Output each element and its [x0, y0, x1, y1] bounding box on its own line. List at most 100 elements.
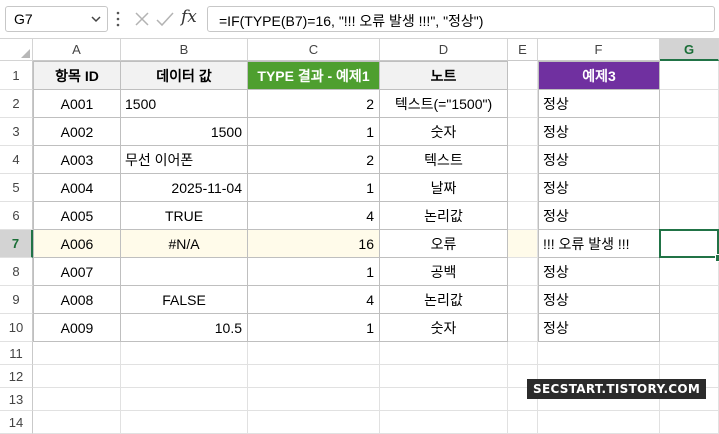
formula-input[interactable]: =IF(TYPE(B7)=16, "!!! 오류 발생 !!!", "정상") — [207, 6, 715, 32]
cell-b11[interactable] — [121, 342, 248, 365]
insert-function-icon[interactable]: fx — [181, 7, 203, 29]
cell-g11[interactable] — [660, 342, 719, 365]
row-header-8[interactable]: 8 — [0, 258, 33, 286]
row-header-1[interactable]: 1 — [0, 61, 33, 90]
more-options-icon[interactable] — [115, 10, 121, 28]
cell-e4[interactable] — [508, 146, 538, 174]
cell-c11[interactable] — [248, 342, 380, 365]
cell-c13[interactable] — [248, 388, 380, 411]
row-header-7[interactable]: 7 — [0, 230, 33, 258]
row-header-3[interactable]: 3 — [0, 118, 33, 146]
example3-result-cell[interactable]: 정상 — [538, 118, 660, 146]
cell-g1[interactable] — [660, 61, 719, 90]
item-id-cell[interactable]: A009 — [33, 314, 121, 342]
note-cell[interactable]: 텍스트 — [380, 146, 508, 174]
column-header-g[interactable]: G — [660, 39, 719, 61]
cell-a11[interactable] — [33, 342, 121, 365]
example3-result-cell[interactable]: 정상 — [538, 286, 660, 314]
item-id-cell[interactable]: A001 — [33, 90, 121, 118]
row-header-4[interactable]: 4 — [0, 146, 33, 174]
column-header-c[interactable]: C — [248, 39, 380, 61]
column-header-a[interactable]: A — [33, 39, 121, 61]
row-header-9[interactable]: 9 — [0, 286, 33, 314]
cell-g5[interactable] — [660, 174, 719, 202]
cell-e7[interactable] — [508, 230, 538, 258]
example3-result-cell[interactable]: 정상 — [538, 146, 660, 174]
example3-result-cell[interactable]: 정상 — [538, 314, 660, 342]
item-id-cell[interactable]: A006 — [33, 230, 121, 258]
row-header-10[interactable]: 10 — [0, 314, 33, 342]
cell-g14[interactable] — [660, 411, 719, 434]
column-header-b[interactable]: B — [121, 39, 248, 61]
item-id-cell[interactable]: A005 — [33, 202, 121, 230]
data-value-cell[interactable]: 2025-11-04 — [121, 174, 248, 202]
cell-e9[interactable] — [508, 286, 538, 314]
header-note[interactable]: 노트 — [380, 61, 508, 90]
cell-e8[interactable] — [508, 258, 538, 286]
cell-e3[interactable] — [508, 118, 538, 146]
header-item-id[interactable]: 항목 ID — [33, 61, 121, 90]
cell-e1[interactable] — [508, 61, 538, 90]
type-result-cell[interactable]: 1 — [248, 258, 380, 286]
type-result-cell[interactable]: 2 — [248, 90, 380, 118]
row-header-13[interactable]: 13 — [0, 388, 33, 411]
note-cell[interactable]: 논리값 — [380, 202, 508, 230]
cell-b14[interactable] — [121, 411, 248, 434]
name-box[interactable]: G7 — [5, 6, 108, 32]
data-value-cell[interactable] — [121, 258, 248, 286]
header-example3[interactable]: 예제3 — [538, 61, 660, 90]
type-result-cell[interactable]: 1 — [248, 118, 380, 146]
example3-result-cell[interactable]: 정상 — [538, 174, 660, 202]
example3-result-cell[interactable]: 정상 — [538, 258, 660, 286]
cell-b13[interactable] — [121, 388, 248, 411]
data-value-cell[interactable]: 10.5 — [121, 314, 248, 342]
cell-f11[interactable] — [538, 342, 660, 365]
data-value-cell[interactable]: TRUE — [121, 202, 248, 230]
row-header-2[interactable]: 2 — [0, 90, 33, 118]
item-id-cell[interactable]: A007 — [33, 258, 121, 286]
cell-c14[interactable] — [248, 411, 380, 434]
cell-d12[interactable] — [380, 365, 508, 388]
cell-g4[interactable] — [660, 146, 719, 174]
cell-d13[interactable] — [380, 388, 508, 411]
note-cell[interactable]: 오류 — [380, 230, 508, 258]
cell-a14[interactable] — [33, 411, 121, 434]
row-header-5[interactable]: 5 — [0, 174, 33, 202]
cell-d11[interactable] — [380, 342, 508, 365]
cell-f14[interactable] — [538, 411, 660, 434]
chevron-down-icon[interactable] — [89, 10, 103, 28]
type-result-cell[interactable]: 1 — [248, 314, 380, 342]
example3-result-cell[interactable]: 정상 — [538, 202, 660, 230]
cell-e6[interactable] — [508, 202, 538, 230]
data-value-cell[interactable]: 무선 이어폰 — [121, 146, 248, 174]
cell-a13[interactable] — [33, 388, 121, 411]
type-result-cell[interactable]: 16 — [248, 230, 380, 258]
cell-e10[interactable] — [508, 314, 538, 342]
row-header-12[interactable]: 12 — [0, 365, 33, 388]
item-id-cell[interactable]: A002 — [33, 118, 121, 146]
data-value-cell[interactable]: #N/A — [121, 230, 248, 258]
select-all-corner[interactable] — [0, 39, 33, 61]
row-header-11[interactable]: 11 — [0, 342, 33, 365]
item-id-cell[interactable]: A008 — [33, 286, 121, 314]
column-header-d[interactable]: D — [380, 39, 508, 61]
item-id-cell[interactable]: A003 — [33, 146, 121, 174]
note-cell[interactable]: 텍스트(="1500") — [380, 90, 508, 118]
cell-b12[interactable] — [121, 365, 248, 388]
example3-result-cell[interactable]: !!! 오류 발생 !!! — [538, 230, 660, 258]
data-value-cell[interactable]: FALSE — [121, 286, 248, 314]
example3-result-cell[interactable]: 정상 — [538, 90, 660, 118]
note-cell[interactable]: 숫자 — [380, 314, 508, 342]
type-result-cell[interactable]: 2 — [248, 146, 380, 174]
row-header-6[interactable]: 6 — [0, 202, 33, 230]
cell-e5[interactable] — [508, 174, 538, 202]
cell-e14[interactable] — [508, 411, 538, 434]
cell-g10[interactable] — [660, 314, 719, 342]
cancel-icon[interactable] — [131, 8, 153, 30]
data-value-cell[interactable]: 1500 — [121, 90, 248, 118]
data-value-cell[interactable]: 1500 — [121, 118, 248, 146]
header-data-value[interactable]: 데이터 값 — [121, 61, 248, 90]
header-type-result[interactable]: TYPE 결과 - 예제1 — [248, 61, 380, 90]
cell-e11[interactable] — [508, 342, 538, 365]
cell-g9[interactable] — [660, 286, 719, 314]
